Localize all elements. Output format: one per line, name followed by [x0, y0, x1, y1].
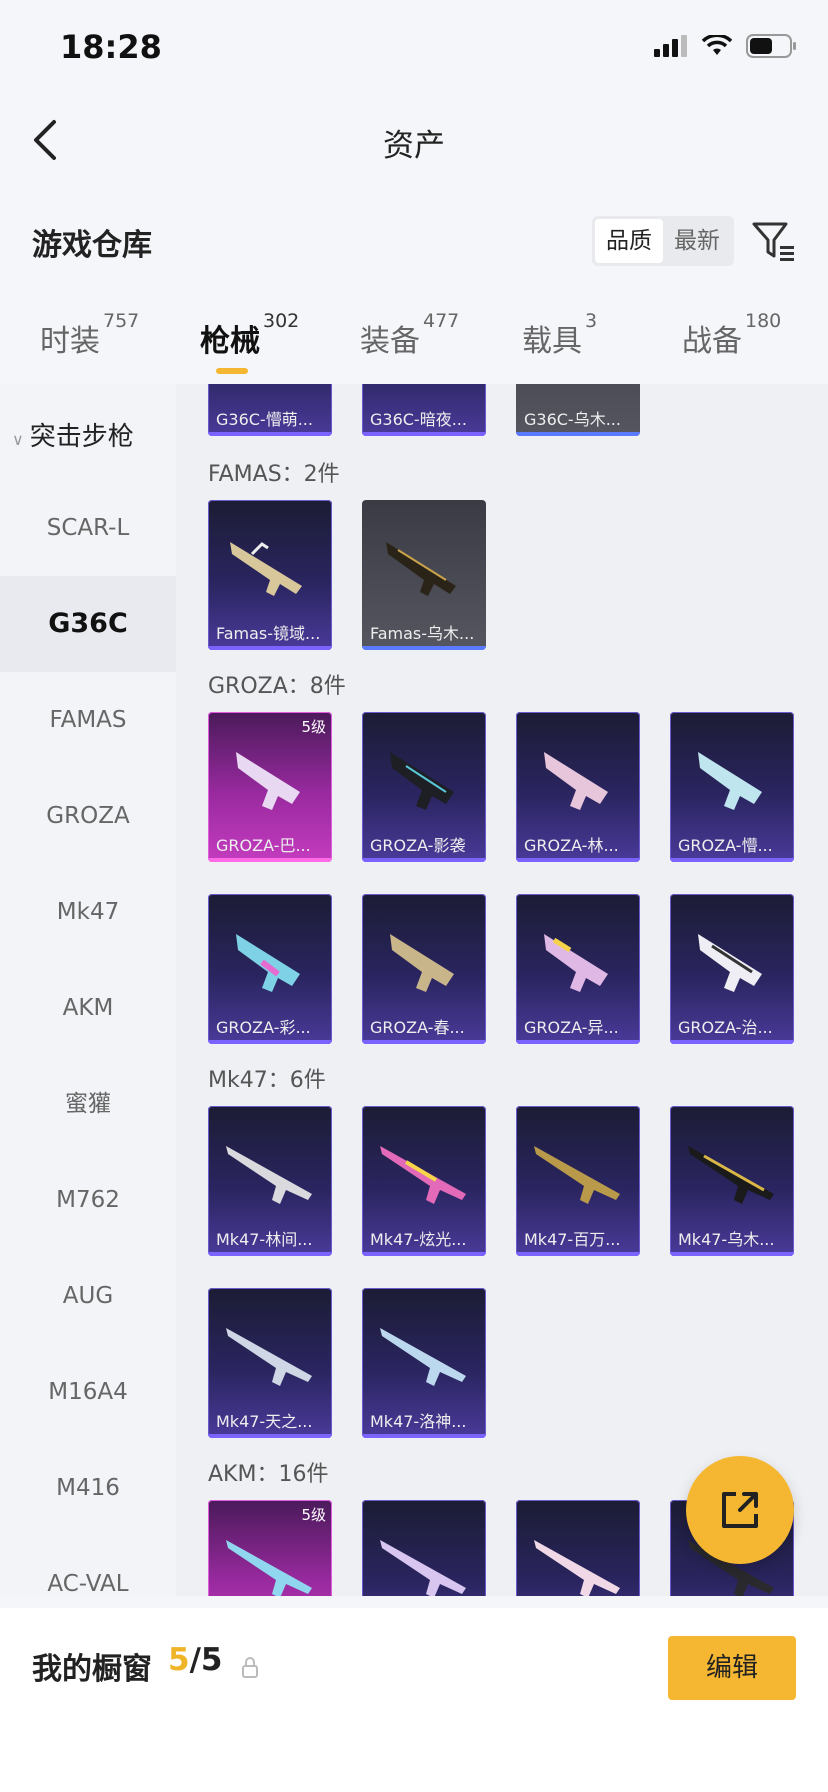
rifle-icon [380, 1540, 466, 1596]
sort-quality-option[interactable]: 品质 [595, 219, 663, 263]
weapon-card[interactable]: Mk47-林间... [208, 1106, 332, 1256]
weapon-card[interactable]: Mk47-乌木... [670, 1106, 794, 1256]
rifle-icon [544, 934, 608, 992]
weapon-card[interactable]: GROZA-春... [362, 894, 486, 1044]
category-tabs: 时装757 枪械302 装备477 载具3 战备180 [0, 300, 828, 382]
rifle-icon [390, 752, 454, 810]
section-title-groza: GROZA：8件 [208, 674, 346, 699]
sidebar-item-m16a4[interactable]: M16A4 [0, 1344, 176, 1440]
rifle-icon [226, 1146, 312, 1204]
weapon-card[interactable] [516, 1500, 640, 1596]
rifle-icon [688, 1146, 774, 1204]
weapon-card[interactable]: GROZA-彩... [208, 894, 332, 1044]
showcase-count: 5/5 [168, 1642, 223, 1678]
sidebar-category[interactable]: ∨ 突击步枪 [12, 416, 134, 453]
rifle-icon [698, 752, 762, 810]
sidebar-item-g36c[interactable]: G36C [0, 576, 176, 672]
sort-toggle: 品质 最新 [592, 216, 734, 266]
weapon-sidebar: ∨ 突击步枪 SCAR-L G36C FAMAS GROZA Mk47 AKM 蜜… [0, 384, 176, 1596]
sidebar-item-mk47[interactable]: Mk47 [0, 864, 176, 960]
rifle-icon [386, 542, 456, 596]
weapon-card[interactable]: G36C-暗夜... [362, 384, 486, 436]
rifle-icon [380, 1328, 466, 1386]
weapon-card[interactable]: GROZA-异... [516, 894, 640, 1044]
weapon-card[interactable]: Mk47-百万... [516, 1106, 640, 1256]
sidebar-item-m762[interactable]: M762 [0, 1152, 176, 1248]
weapon-card[interactable]: GROZA-林... [516, 712, 640, 862]
edit-button[interactable]: 编辑 [668, 1636, 796, 1700]
sidebar-item-m416[interactable]: M416 [0, 1440, 176, 1536]
wifi-icon [702, 35, 732, 55]
tab-fashion[interactable]: 时装757 [40, 310, 139, 360]
share-button[interactable] [686, 1456, 794, 1564]
weapon-card[interactable]: 5级 [208, 1500, 332, 1596]
sidebar-item-groza[interactable]: GROZA [0, 768, 176, 864]
section-title-akm: AKM：16件 [208, 1462, 329, 1487]
sidebar-item-famas[interactable]: FAMAS [0, 672, 176, 768]
weapon-card[interactable]: GROZA-影袭 [362, 712, 486, 862]
weapon-card[interactable]: Mk47-天之... [208, 1288, 332, 1438]
rifle-icon [390, 934, 454, 992]
filter-icon[interactable] [750, 218, 796, 264]
share-out-icon [722, 1492, 758, 1528]
weapon-card[interactable]: GROZA-懵... [670, 712, 794, 862]
weapon-card[interactable] [362, 1500, 486, 1596]
tab-equipment[interactable]: 装备477 [360, 310, 459, 360]
rifle-icon [236, 752, 300, 810]
nav-bar: 资产 [0, 100, 828, 180]
status-bar: 18:28 [0, 0, 828, 100]
weapon-card[interactable]: G36C-懵萌... [208, 384, 332, 436]
sidebar-item-scar-l[interactable]: SCAR-L [0, 480, 176, 576]
section-title-famas: FAMAS：2件 [208, 462, 340, 487]
sidebar-item-ac-val[interactable]: AC-VAL [0, 1536, 176, 1596]
active-tab-indicator [216, 368, 248, 374]
weapon-card[interactable]: Mk47-炫光... [362, 1106, 486, 1256]
level-badge: 5级 [301, 1506, 326, 1524]
rifle-icon [698, 934, 762, 992]
lock-icon [242, 1657, 258, 1678]
weapon-card[interactable]: Famas-乌木... [362, 500, 486, 650]
tab-vehicles[interactable]: 载具3 [522, 310, 597, 360]
weapon-card[interactable]: Famas-镜域... [208, 500, 332, 650]
rifle-icon [230, 542, 302, 596]
sidebar-item-akm[interactable]: AKM [0, 960, 176, 1056]
rifle-icon [534, 1540, 620, 1596]
status-time: 18:28 [60, 28, 162, 66]
showcase-bar: 我的橱窗 5/5 编辑 [0, 1608, 828, 1792]
cellular-signal-icon [654, 35, 687, 57]
sidebar-item-honey-badger[interactable]: 蜜獾 [0, 1056, 176, 1152]
rifle-icon [534, 1146, 620, 1204]
section-title-mk47: Mk47：6件 [208, 1068, 326, 1093]
weapon-card[interactable]: 5级 GROZA-巴... [208, 712, 332, 862]
rifle-icon [380, 1146, 466, 1204]
battery-icon [746, 34, 796, 58]
weapon-card[interactable]: GROZA-治... [670, 894, 794, 1044]
rifle-icon [226, 1328, 312, 1386]
rifle-icon [226, 1540, 312, 1596]
sort-newest-option[interactable]: 最新 [663, 219, 731, 263]
showcase-label: 我的橱窗 [32, 1652, 152, 1687]
weapon-card[interactable]: Mk47-洛神... [362, 1288, 486, 1438]
weapon-grid: G36C-懵萌... G36C-暗夜... G36C-乌木... FAMAS：2… [176, 384, 828, 1596]
level-badge: 5级 [301, 718, 326, 736]
sidebar-item-aug[interactable]: AUG [0, 1248, 176, 1344]
weapon-card[interactable]: G36C-乌木... [516, 384, 640, 436]
store-title: 游戏仓库 [32, 228, 152, 263]
tab-tactical[interactable]: 战备180 [682, 310, 781, 360]
chevron-down-icon: ∨ [12, 430, 24, 449]
rifle-icon [544, 752, 608, 810]
page-title: 资产 [383, 128, 445, 164]
store-header: 游戏仓库 品质 最新 [0, 200, 828, 280]
tab-firearms[interactable]: 枪械302 [200, 310, 299, 360]
rifle-icon [236, 934, 300, 992]
